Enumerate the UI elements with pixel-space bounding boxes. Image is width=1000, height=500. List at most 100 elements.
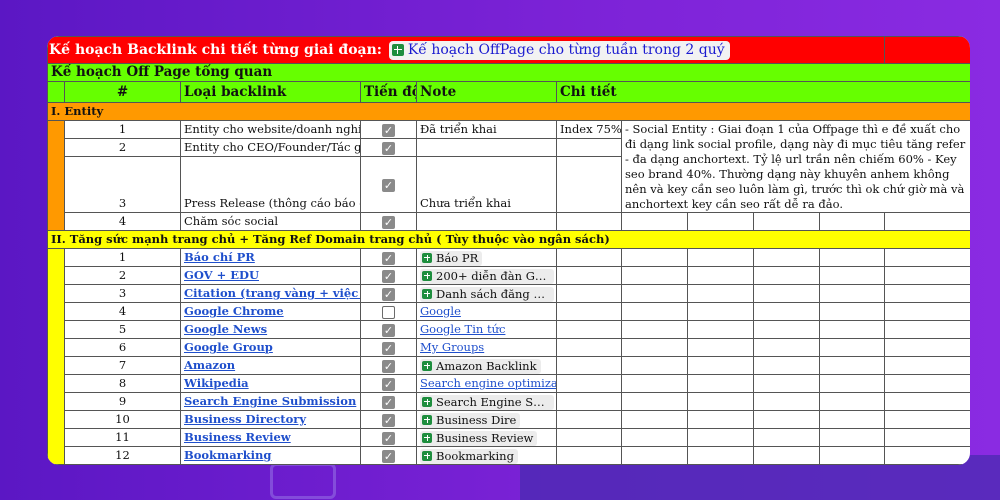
sheet-link-chip[interactable]: Bookmarking xyxy=(420,448,518,464)
offpage-plan-chip[interactable]: Kế hoạch OffPage cho từng tuần trong 2 q… xyxy=(388,40,730,60)
note-cell[interactable]: Search Engine Subm... xyxy=(416,392,557,411)
checkbox-checked-icon[interactable]: ✓ xyxy=(382,431,395,445)
note-cell[interactable]: My Groups xyxy=(416,338,557,357)
backlink-type[interactable]: Chăm sóc social xyxy=(180,212,361,231)
backlink-type[interactable]: GOV + EDU xyxy=(180,266,361,285)
empty-cell[interactable] xyxy=(753,320,820,339)
checkbox-checked-icon[interactable]: ✓ xyxy=(382,359,395,373)
checkbox-checked-icon[interactable]: ✓ xyxy=(382,269,395,283)
backlink-type[interactable]: Amazon xyxy=(180,356,361,375)
progress-cell[interactable]: ✓ xyxy=(360,302,417,321)
checkbox-checked-icon[interactable]: ✓ xyxy=(382,395,395,409)
empty-cell[interactable] xyxy=(621,284,688,303)
checkbox-checked-icon[interactable]: ✓ xyxy=(382,377,395,391)
empty-cell[interactable] xyxy=(621,248,688,267)
sheet-link-chip[interactable]: Search Engine Subm... xyxy=(420,394,554,410)
checkbox-checked-icon[interactable]: ✓ xyxy=(382,123,395,137)
backlink-type[interactable]: Bookmarking xyxy=(180,446,361,465)
progress-cell[interactable]: ✓ xyxy=(360,156,417,213)
backlink-type-link[interactable]: Google News xyxy=(184,322,267,336)
note-cell[interactable]: Business Review xyxy=(416,428,557,447)
note-cell[interactable]: Đã triển khai xyxy=(416,120,557,139)
empty-cell[interactable] xyxy=(687,320,754,339)
empty-cell[interactable] xyxy=(687,446,754,465)
backlink-type[interactable]: Citation (trang vàng + việc làm) xyxy=(180,284,361,303)
empty-cell[interactable] xyxy=(884,212,970,231)
note-cell[interactable]: Business Dire xyxy=(416,410,557,429)
note-link[interactable]: My Groups xyxy=(420,340,484,354)
empty-cell[interactable] xyxy=(818,428,886,447)
checkbox-checked-icon[interactable]: ✓ xyxy=(382,251,395,265)
sheet-link-chip[interactable]: Danh sách đăng ký T... xyxy=(420,286,554,302)
checkbox-checked-icon[interactable]: ✓ xyxy=(382,413,395,427)
empty-cell[interactable] xyxy=(687,410,754,429)
empty-cell[interactable] xyxy=(753,446,820,465)
empty-cell[interactable] xyxy=(687,392,754,411)
backlink-type-link[interactable]: Business Directory xyxy=(184,412,306,426)
note-cell[interactable]: Bookmarking xyxy=(416,446,557,465)
empty-cell[interactable] xyxy=(621,266,688,285)
empty-cell[interactable] xyxy=(753,374,820,393)
empty-cell[interactable] xyxy=(556,374,622,393)
backlink-type[interactable]: Business Directory xyxy=(180,410,361,429)
empty-cell[interactable] xyxy=(556,446,622,465)
empty-cell[interactable] xyxy=(884,284,970,303)
empty-cell[interactable] xyxy=(556,392,622,411)
backlink-type[interactable]: Báo chí PR xyxy=(180,248,361,267)
progress-cell[interactable]: ✓ xyxy=(360,410,417,429)
empty-cell[interactable] xyxy=(687,428,754,447)
empty-cell[interactable] xyxy=(753,410,820,429)
progress-cell[interactable]: ✓ xyxy=(360,446,417,465)
empty-cell[interactable] xyxy=(818,446,886,465)
empty-cell[interactable] xyxy=(556,428,622,447)
empty-cell[interactable] xyxy=(556,410,622,429)
empty-cell[interactable] xyxy=(753,428,820,447)
progress-cell[interactable]: ✓ xyxy=(360,248,417,267)
empty-cell[interactable] xyxy=(753,212,820,231)
backlink-type-link[interactable]: Wikipedia xyxy=(184,376,249,390)
backlink-type[interactable]: Entity cho website/doanh nghiệp xyxy=(180,120,361,139)
empty-cell[interactable] xyxy=(621,446,688,465)
empty-cell[interactable] xyxy=(753,356,820,375)
note-cell[interactable]: Google xyxy=(416,302,557,321)
empty-cell[interactable] xyxy=(687,374,754,393)
note-cell[interactable]: Search engine optimization xyxy=(416,374,557,393)
empty-cell[interactable] xyxy=(621,392,688,411)
backlink-type[interactable]: Google Chrome xyxy=(180,302,361,321)
empty-cell[interactable] xyxy=(556,266,622,285)
backlink-type-link[interactable]: Bookmarking xyxy=(184,448,271,462)
backlink-type-link[interactable]: Search Engine Submission xyxy=(184,394,356,408)
empty-cell[interactable] xyxy=(818,374,886,393)
empty-cell[interactable] xyxy=(687,284,754,303)
note-cell[interactable] xyxy=(416,212,557,231)
backlink-type[interactable]: Google News xyxy=(180,320,361,339)
empty-cell[interactable] xyxy=(621,212,688,231)
empty-cell[interactable] xyxy=(621,356,688,375)
checkbox-unchecked-icon[interactable]: ✓ xyxy=(382,305,395,319)
empty-cell[interactable] xyxy=(818,320,886,339)
progress-cell[interactable]: ✓ xyxy=(360,374,417,393)
backlink-type[interactable]: Entity cho CEO/Founder/Tác giả xyxy=(180,138,361,157)
empty-cell[interactable] xyxy=(818,266,886,285)
empty-cell[interactable] xyxy=(818,392,886,411)
empty-cell[interactable] xyxy=(884,302,970,321)
note-link[interactable]: Google xyxy=(420,304,461,318)
empty-cell[interactable] xyxy=(818,302,886,321)
note-cell[interactable]: Chưa triển khai xyxy=(416,156,557,213)
sheet-link-chip[interactable]: 200+ diễn đàn GOV, ... xyxy=(420,268,554,284)
empty-cell[interactable] xyxy=(884,392,970,411)
note-cell[interactable]: Amazon Backlink xyxy=(416,356,557,375)
empty-cell[interactable] xyxy=(687,266,754,285)
backlink-type-link[interactable]: Báo chí PR xyxy=(184,250,255,264)
empty-cell[interactable] xyxy=(884,428,970,447)
progress-cell[interactable]: ✓ xyxy=(360,120,417,139)
sheet-link-chip[interactable]: Business Review xyxy=(420,430,538,446)
sheet-link-chip[interactable]: Amazon Backlink xyxy=(420,358,541,374)
empty-cell[interactable] xyxy=(621,338,688,357)
backlink-type-link[interactable]: Google Group xyxy=(184,340,273,354)
empty-cell[interactable] xyxy=(753,338,820,357)
empty-cell[interactable] xyxy=(818,248,886,267)
empty-cell[interactable] xyxy=(556,284,622,303)
index-cell[interactable] xyxy=(556,156,622,213)
empty-cell[interactable] xyxy=(556,356,622,375)
